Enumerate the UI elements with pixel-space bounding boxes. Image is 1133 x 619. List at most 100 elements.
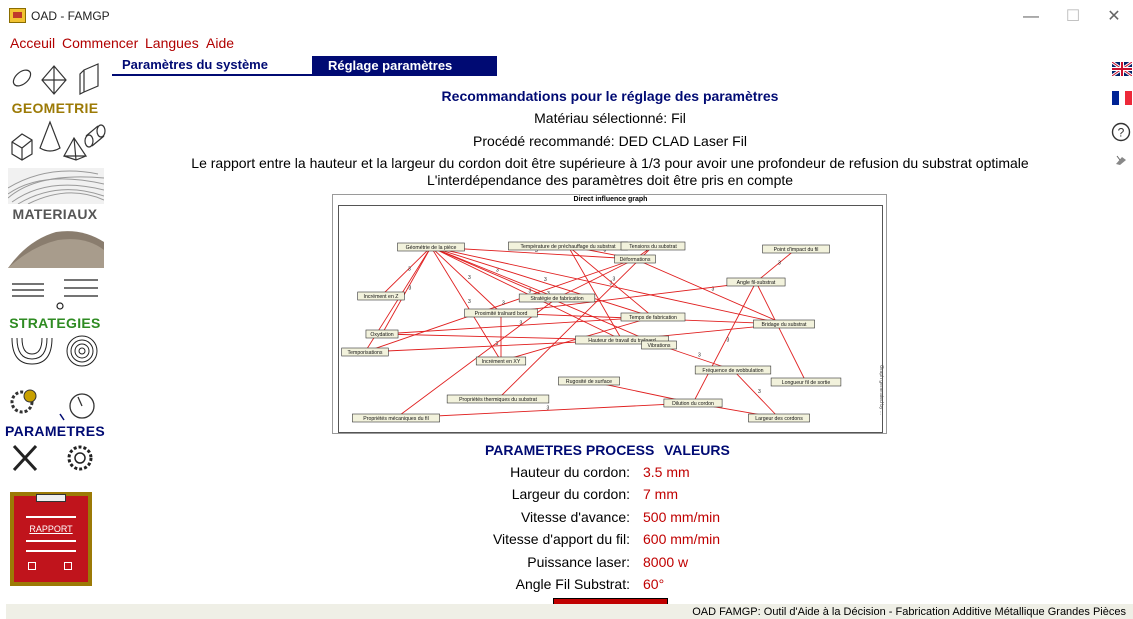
sidebar-parameters-label[interactable]: PARAMETRES [0, 423, 110, 439]
graph-node-label: Dilution du cordon [672, 401, 714, 407]
graph-node-label: Incrément en Z [364, 294, 399, 300]
graph-edge-weight: 3 [727, 338, 730, 344]
graph-edge-weight: 3 [468, 275, 471, 281]
graph-edge-weight: 3 [547, 406, 550, 412]
graph-canvas: 333333333233333333333333Géométrie de la … [341, 241, 842, 423]
powder-pile-icon[interactable] [8, 226, 104, 268]
menu-bar: Acceuil Commencer Langues Aide [0, 34, 1133, 53]
graph-node-label: Temporisations [348, 350, 383, 356]
sidebar-strategies-label[interactable]: STRATEGIES [0, 315, 110, 331]
page-heading: Recommandations pour le réglage des para… [441, 88, 779, 104]
maximize-button[interactable]: ☐ [1058, 6, 1088, 28]
graph-edge-weight: 3 [778, 261, 781, 267]
tab-system-parameters[interactable]: Paramètres du système [112, 56, 312, 76]
svg-text:?: ? [1118, 126, 1125, 140]
graph-node-label: Proximité traînard bord [475, 311, 528, 317]
tab-bar: Paramètres du système Réglage paramètres [112, 56, 497, 76]
graph-node-label: Largeur des cordons [755, 416, 803, 422]
graph-node-label: Fréquence de wobbulation [702, 368, 763, 374]
graph-edge-weight: 3 [408, 267, 411, 273]
graph-edge-weight: 3 [502, 301, 505, 307]
param-value: 8000 w [643, 554, 689, 570]
param-label: Largeur du cordon: [511, 486, 630, 502]
param-value: 600 mm/min [643, 531, 721, 547]
title-bar: OAD - FAMGP — ☐ ✕ [0, 0, 1133, 34]
param-label: Puissance laser: [527, 554, 630, 570]
status-bar: OAD FAMGP: Outil d'Aide à la Décision - … [6, 604, 1133, 619]
param-value: 500 mm/min [643, 509, 721, 525]
graph-edge [381, 316, 654, 335]
help-icon[interactable]: ? [1111, 122, 1131, 142]
graph-edge-weight: 3 [613, 277, 616, 283]
selected-material: Matériau sélectionné: Fil [534, 110, 686, 126]
graph-node-label: Temps de fabrication [629, 315, 677, 321]
fr-flag-icon[interactable] [1112, 91, 1132, 105]
graph-node-label: Tensions du substrat [629, 244, 677, 250]
gears-gauge-icon[interactable] [8, 386, 104, 422]
graph-node-label: Géométrie de la pièce [406, 245, 457, 251]
window-title: OAD - FAMGP [31, 9, 110, 23]
ratio-note: Le rapport entre la hauteur et la largeu… [191, 155, 1029, 171]
graph-node-label: Rugosité de surface [566, 379, 612, 385]
param-row: Largeur du cordon: 7 mm [480, 486, 780, 506]
graph-node-label: Stratégie de fabrication [530, 296, 583, 302]
graph-edge [395, 402, 694, 419]
tool-icon[interactable] [1114, 154, 1128, 166]
param-label: Angle Fil Substrat: [515, 576, 630, 592]
close-button[interactable]: ✕ [1099, 6, 1129, 28]
sidebar-geometry-label[interactable]: GEOMETRIE [0, 100, 110, 116]
tab-parameter-settings[interactable]: Réglage paramètres [328, 56, 452, 76]
param-row: Vitesse d'avance: 500 mm/min [480, 509, 780, 529]
interdependence-note: L'interdépendance des paramètres doit êt… [426, 172, 794, 188]
influence-graph: Direct influence graph Graph generated b… [332, 194, 887, 434]
recommended-process: Procédé recommandé: DED CLAD Laser Fil [473, 133, 747, 149]
uk-flag-icon[interactable] [1112, 62, 1132, 76]
params-header-process: PARAMETRES PROCESS [485, 442, 655, 458]
graph-node-label: Longueur fil de sortie [782, 380, 831, 386]
param-row: Vitesse d'apport du fil: 600 mm/min [480, 531, 780, 551]
report-button[interactable]: RAPPORT [10, 492, 92, 586]
graph-node-label: Oxydation [370, 332, 393, 338]
geometry-solids-icon[interactable] [6, 118, 106, 164]
param-label: Vitesse d'avance: [520, 509, 630, 525]
graph-edge [692, 281, 757, 404]
graph-edge-weight: 3 [468, 299, 471, 305]
param-label: Hauteur du cordon: [510, 464, 630, 480]
graph-node-label: Point d'impact du fil [774, 247, 819, 253]
param-value: 7 mm [643, 486, 678, 502]
graph-edge-weight: 3 [544, 277, 547, 283]
menu-commencer[interactable]: Commencer [62, 35, 138, 51]
menu-acceuil[interactable]: Acceuil [10, 35, 55, 51]
param-row: Angle Fil Substrat: 60° [480, 576, 780, 596]
graph-edge [380, 246, 432, 297]
sidebar-materials-label[interactable]: MATERIAUX [0, 206, 110, 222]
geometry-shapes-icon[interactable] [6, 60, 106, 100]
graph-node-label: Propriétés thermiques du substrat [459, 397, 537, 403]
spiral-pattern-icon[interactable] [8, 334, 104, 368]
app-icon [9, 8, 26, 23]
graph-node-label: Déformations [620, 257, 651, 263]
minimize-button[interactable]: — [1016, 6, 1046, 28]
param-label: Vitesse d'apport du fil: [492, 531, 630, 547]
param-value: 3.5 mm [643, 464, 690, 480]
menu-aide[interactable]: Aide [206, 35, 234, 51]
sidebar: GEOMETRIE MATERIAUX STRATEGIES PARAMETRE… [0, 56, 110, 596]
wire-coil-icon[interactable] [8, 168, 104, 204]
toolpath-lines-icon[interactable] [8, 276, 104, 314]
params-header-values: VALEURS [664, 442, 730, 458]
graph-node-label: Propriétés mécaniques du fil [363, 416, 428, 422]
graph-node-label: Vibrations [648, 343, 671, 349]
param-row: Puissance laser: 8000 w [480, 554, 780, 574]
report-label: RAPPORT [29, 524, 73, 534]
graph-node-label: Température de préchauffage du substrat [520, 244, 616, 250]
graph-edge-weight: 3 [758, 389, 761, 395]
graph-node-label: Incrément en XY [482, 359, 521, 365]
graph-node-label: Angle fil-substrat [737, 280, 776, 286]
graph-node-label: Bridage du substrat [762, 322, 808, 328]
tools-settings-icon[interactable] [8, 442, 104, 476]
graph-edge [755, 248, 797, 283]
menu-langues[interactable]: Langues [145, 35, 199, 51]
graph-edge-weight: 3 [409, 286, 412, 292]
param-row: Hauteur du cordon: 3.5 mm [480, 464, 780, 484]
param-value: 60° [643, 576, 665, 592]
